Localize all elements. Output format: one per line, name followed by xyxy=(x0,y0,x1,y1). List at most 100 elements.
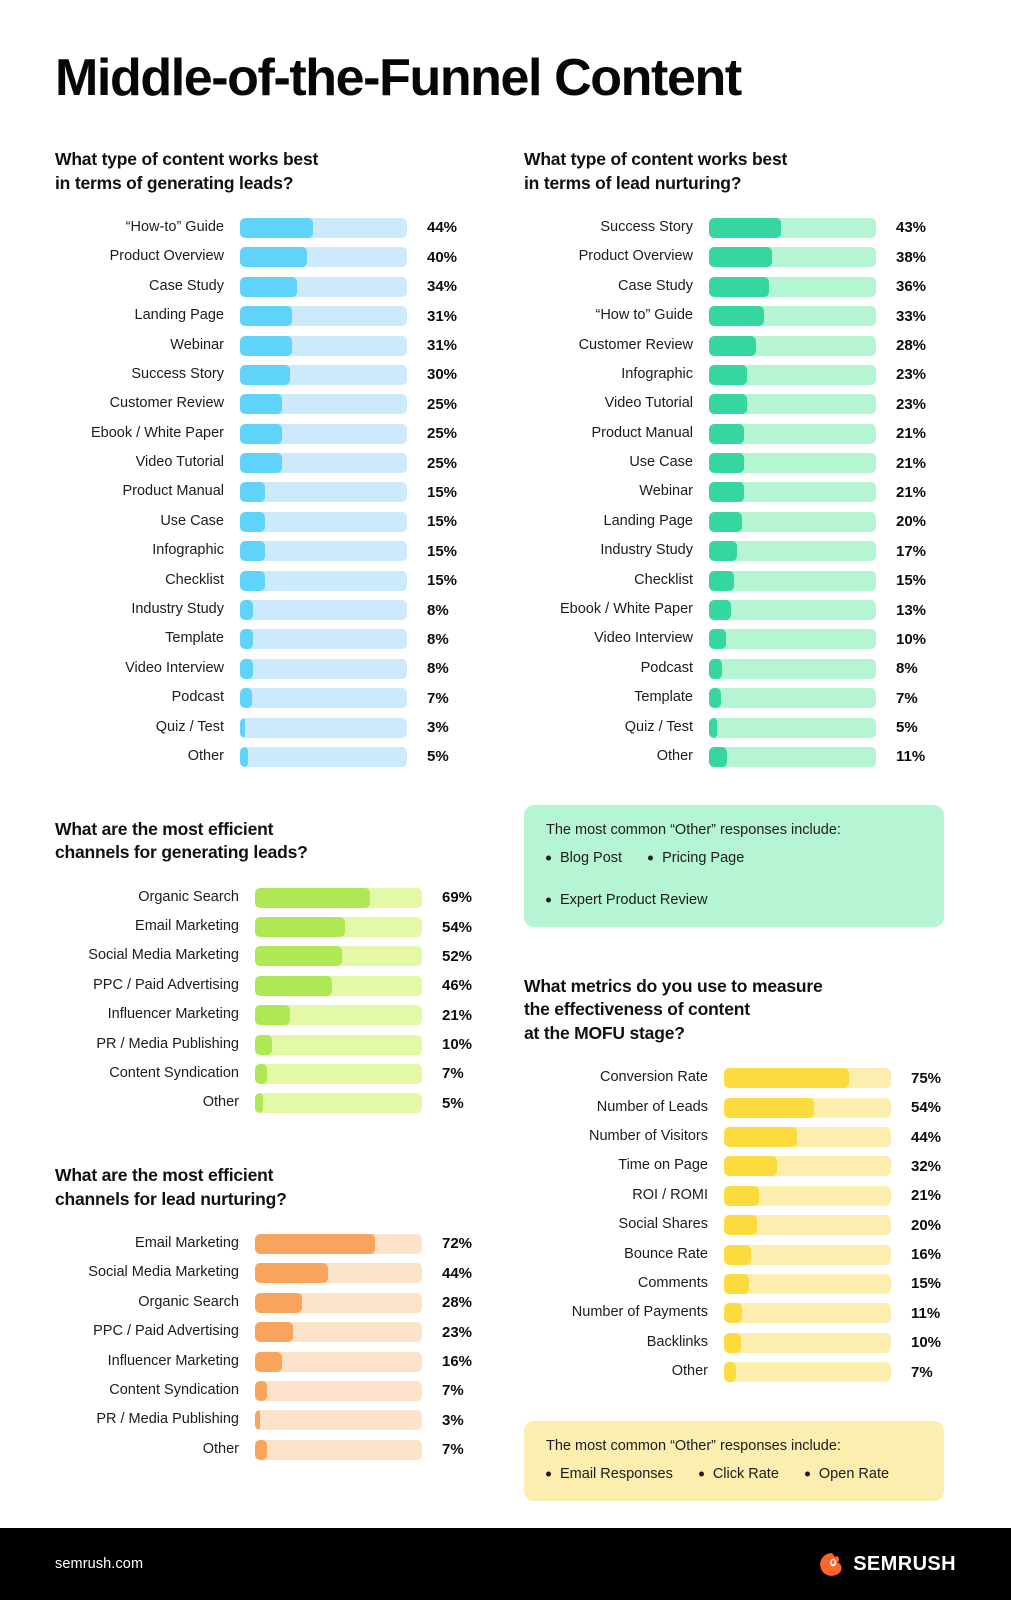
infographic-page: Middle-of-the-Funnel Content What type o… xyxy=(0,0,1011,1600)
bar-value: 23% xyxy=(896,395,927,413)
bar-label: Landing Page xyxy=(134,307,225,324)
bar-fill xyxy=(724,1362,736,1383)
bar-fill xyxy=(240,717,245,738)
bar-label: Other xyxy=(187,748,224,764)
bar-fill xyxy=(724,1303,743,1324)
bar-track xyxy=(724,1332,891,1353)
bar-value: 21% xyxy=(896,454,927,472)
bar-row: Success Story 43% xyxy=(524,213,944,242)
semrush-flame-icon xyxy=(819,1552,844,1577)
bar-label: Video Tutorial xyxy=(135,454,224,471)
bar-fill xyxy=(240,423,282,444)
bar-track xyxy=(240,511,407,532)
section-heading: What are the most efficient channels for… xyxy=(55,818,308,863)
bar-label: Number of Payments xyxy=(571,1304,708,1321)
bar-row: Use Case 15% xyxy=(55,507,475,536)
bar-row: Quiz / Test 5% xyxy=(524,713,944,742)
bar-label: Product Overview xyxy=(578,248,693,265)
bar-track xyxy=(709,511,876,532)
bar-row: Social Media Marketing 52% xyxy=(55,942,475,971)
bar-label: Use Case xyxy=(629,454,693,471)
bar-fill xyxy=(240,746,249,767)
bar-track xyxy=(255,1093,422,1114)
bar-row: “How to” Guide 33% xyxy=(524,301,944,330)
bar-fill xyxy=(255,946,342,967)
bar-value: 44% xyxy=(442,1264,473,1282)
bar-fill xyxy=(255,1063,267,1084)
bar-label: Customer Review xyxy=(578,336,693,353)
bar-row: Video Tutorial 25% xyxy=(55,448,475,477)
bar-label: Time on Page xyxy=(618,1157,708,1174)
bar-value: 16% xyxy=(442,1353,473,1371)
bar-label: Podcast xyxy=(640,659,693,676)
bar-fill xyxy=(255,1292,302,1313)
bar-label: Video Interview xyxy=(125,659,224,676)
bar-value: 5% xyxy=(442,1094,464,1112)
bar-fill xyxy=(255,1380,267,1401)
bar-track xyxy=(255,1322,422,1343)
chart-mofu-metrics: Conversion Rate 75% Number of Leads 54% Numb… xyxy=(524,1064,944,1387)
bar-value: 44% xyxy=(427,219,458,237)
bar-track xyxy=(709,746,876,767)
bar-track xyxy=(724,1362,891,1383)
bar-label: Template xyxy=(634,689,693,706)
section-leads-content: What type of content works best in terms… xyxy=(55,148,475,772)
bar-fill xyxy=(240,217,314,238)
bar-row: Success Story 30% xyxy=(55,360,475,389)
bar-track xyxy=(255,1034,422,1055)
bar-track xyxy=(240,453,407,474)
bar-row: Quiz / Test 3% xyxy=(55,713,475,742)
bar-row: Podcast 8% xyxy=(524,654,944,683)
bar-track xyxy=(255,1439,422,1460)
bar-fill xyxy=(255,975,332,996)
bar-label: Landing Page xyxy=(603,512,694,529)
section-nurturing-content: What type of content works best in terms… xyxy=(524,148,944,772)
bar-fill xyxy=(709,541,738,562)
bar-label: Infographic xyxy=(152,542,224,559)
bar-row: Webinar 31% xyxy=(55,331,475,360)
bar-track xyxy=(724,1303,891,1324)
bar-label: Industry Study xyxy=(600,542,693,559)
bar-value: 7% xyxy=(442,1065,464,1083)
bar-fill xyxy=(709,423,745,444)
bar-row: Video Interview 10% xyxy=(524,625,944,654)
section-heading: What type of content works best in terms… xyxy=(524,149,788,193)
bar-track xyxy=(240,482,407,503)
bar-label: Case Study xyxy=(618,277,693,294)
callout-yellow-other-responses: The most common “Other” responses includ… xyxy=(524,1420,944,1501)
section-nurturing-channels: What are the most efficient channels for… xyxy=(55,1164,475,1464)
section-heading: What metrics do you use to measure the e… xyxy=(524,975,823,1043)
bar-track xyxy=(240,541,407,562)
callout-items: Email Responses Click Rate Open Rate xyxy=(546,1466,922,1482)
bar-track xyxy=(709,364,876,385)
bar-track xyxy=(255,946,422,967)
bar-track xyxy=(724,1156,891,1177)
callout-item: Click Rate xyxy=(699,1466,779,1482)
bar-fill xyxy=(255,1263,329,1284)
bar-fill xyxy=(255,1410,260,1431)
bar-track xyxy=(255,1292,422,1313)
bar-row: Content Syndication 7% xyxy=(55,1059,475,1088)
bar-track xyxy=(255,1410,422,1431)
bar-track xyxy=(709,717,876,738)
bar-track xyxy=(724,1185,891,1206)
bar-row: Video Interview 8% xyxy=(55,654,475,683)
bar-fill xyxy=(709,276,770,297)
bar-track xyxy=(255,917,422,937)
semrush-logo[interactable]: SEMRUSH xyxy=(819,1552,956,1577)
bar-fill xyxy=(255,1005,291,1026)
bar-fill xyxy=(724,1127,798,1148)
bar-value: 21% xyxy=(911,1187,942,1205)
bar-fill xyxy=(240,247,307,268)
bar-value: 13% xyxy=(896,601,927,619)
bar-label: Infographic xyxy=(621,365,693,382)
footer-url[interactable]: semrush.com xyxy=(55,1556,143,1572)
bar-row: Number of Leads 54% xyxy=(524,1093,944,1122)
bar-row: Webinar 21% xyxy=(524,478,944,507)
left-column: What type of content works best in terms… xyxy=(55,148,475,1464)
bar-label: Product Overview xyxy=(109,248,224,265)
bar-value: 33% xyxy=(896,307,927,325)
bar-row: Time on Page 32% xyxy=(524,1152,944,1181)
bar-value: 28% xyxy=(896,337,927,354)
bar-value: 7% xyxy=(427,689,449,707)
